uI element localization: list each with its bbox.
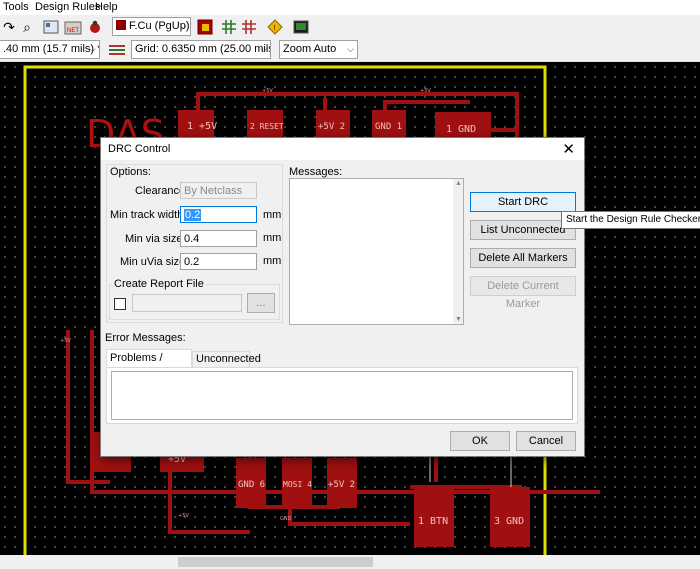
scroll-down-icon[interactable]: ▼	[455, 316, 462, 323]
svg-text:GND: GND	[280, 516, 292, 522]
grid-icon[interactable]	[220, 18, 238, 36]
svg-text:+5V: +5V	[420, 88, 431, 94]
track-width-select[interactable]: .40 mm (15.7 mils) * ⌵	[0, 40, 100, 59]
messages-scrollbar[interactable]: ▲ ▼	[453, 179, 463, 324]
scrollbar-thumb[interactable]	[178, 557, 373, 567]
messages-box[interactable]: ▲ ▼	[289, 178, 464, 325]
report-file-path	[132, 294, 242, 312]
chevron-down-icon: ⌵	[180, 21, 187, 31]
svg-text:+5V: +5V	[60, 338, 71, 344]
chevron-down-icon: ⌵	[260, 44, 267, 54]
close-icon[interactable]: ✕	[562, 140, 575, 158]
error-list-panel	[106, 367, 578, 424]
scroll-up-icon[interactable]: ▲	[455, 180, 462, 187]
redo-icon[interactable]: ↷	[0, 18, 18, 36]
error-messages-label: Error Messages:	[105, 332, 186, 344]
svg-text:1 GND: 1 GND	[446, 124, 476, 135]
grid-select-value: Grid: 0.6350 mm (25.00 mils)	[135, 43, 271, 55]
clearance-label: Clearance	[135, 185, 186, 197]
chevron-down-icon: ⌵	[89, 44, 96, 54]
grid-select[interactable]: Grid: 0.6350 mm (25.00 mils) ⌵	[131, 40, 271, 59]
svg-text:GND 1: GND 1	[375, 122, 402, 132]
dialog-titlebar: DRC Control ✕	[101, 138, 584, 160]
zoom-icon[interactable]: ⌕	[18, 18, 36, 36]
menu-bar: Tools Design Rules Help	[0, 0, 700, 15]
via-size-icon[interactable]	[108, 41, 126, 59]
min-uvia-size-input[interactable]: 0.2	[180, 253, 257, 270]
svg-text:!: !	[274, 25, 276, 32]
tab-unconnected[interactable]: Unconnected	[192, 351, 261, 367]
chevron-down-icon: ⌵	[347, 44, 354, 54]
tab-problems-markers[interactable]: Problems / Markers	[106, 349, 192, 381]
min-track-width-label: Min track width	[110, 209, 184, 221]
min-uvia-size-label: Min uVia size	[120, 256, 186, 268]
report-file-checkbox[interactable]	[114, 298, 126, 310]
min-via-size-label: Min via size	[125, 233, 183, 245]
markers-list[interactable]	[111, 371, 573, 420]
menu-design-rules[interactable]: Design Rules	[35, 1, 100, 13]
svg-text:MOSI 4: MOSI 4	[283, 480, 312, 489]
cancel-button[interactable]: Cancel	[516, 431, 576, 451]
clearance-field: By Netclass	[180, 182, 257, 199]
start-drc-tooltip: Start the Design Rule Checker	[561, 211, 700, 229]
svg-text:NET: NET	[67, 28, 79, 34]
browse-button[interactable]: ...	[247, 293, 275, 313]
options-label: Options:	[110, 166, 151, 178]
zoom-select-value: Zoom Auto	[283, 43, 337, 55]
main-toolbar: ↷ ⌕ NET F.Cu (PgUp) ⌵ !	[0, 15, 700, 38]
layer-swap-icon[interactable]	[196, 18, 214, 36]
svg-text:GND 6: GND 6	[238, 480, 265, 490]
unconnected-lines	[429, 455, 512, 487]
dialog-title: DRC Control	[108, 143, 171, 155]
ok-button[interactable]: OK	[450, 431, 510, 451]
drc-dialog: DRC Control ✕ Options: Clearance By Netc…	[100, 137, 585, 457]
bug-icon[interactable]	[86, 18, 104, 36]
netlist-icon[interactable]: NET	[64, 18, 82, 36]
layer-select[interactable]: F.Cu (PgUp) ⌵	[112, 17, 191, 36]
svg-text:1 +5V: 1 +5V	[187, 121, 217, 132]
svg-text:+5V: +5V	[262, 88, 273, 94]
menu-tools[interactable]: Tools	[3, 1, 29, 13]
track-width-value: .40 mm (15.7 mils) *	[3, 43, 100, 55]
warning-icon[interactable]: !	[266, 18, 284, 36]
svg-text:+5V: +5V	[178, 513, 189, 519]
unit-label: mm	[263, 209, 282, 221]
svg-text:1 BTN: 1 BTN	[418, 516, 448, 527]
unit-label: mm	[263, 232, 282, 244]
horizontal-scrollbar[interactable]	[0, 555, 700, 569]
footprint-icon[interactable]	[42, 18, 60, 36]
secondary-toolbar: .40 mm (15.7 mils) * ⌵ Grid: 0.6350 mm (…	[0, 38, 700, 62]
zoom-select[interactable]: Zoom Auto ⌵	[279, 40, 358, 59]
start-drc-button[interactable]: Start DRC	[470, 192, 576, 212]
messages-label: Messages:	[289, 166, 343, 178]
svg-text:3 GND: 3 GND	[494, 516, 524, 527]
menu-help[interactable]: Help	[95, 1, 118, 13]
svg-text:+5V 2: +5V 2	[318, 122, 345, 132]
min-track-width-input[interactable]: 0.2	[180, 206, 257, 223]
delete-all-markers-button[interactable]: Delete All Markers	[470, 248, 576, 268]
delete-current-marker-button: Delete Current Marker	[470, 276, 576, 310]
min-via-size-input[interactable]: 0.4	[180, 230, 257, 247]
report-file-label: Create Report File	[112, 278, 206, 290]
svg-text:+5V 2: +5V 2	[328, 480, 355, 490]
unit-label: mm	[263, 255, 282, 267]
ratsnest-icon[interactable]	[240, 18, 258, 36]
svg-text:2 RESET: 2 RESET	[250, 122, 284, 131]
scripting-console-icon[interactable]	[292, 18, 310, 36]
